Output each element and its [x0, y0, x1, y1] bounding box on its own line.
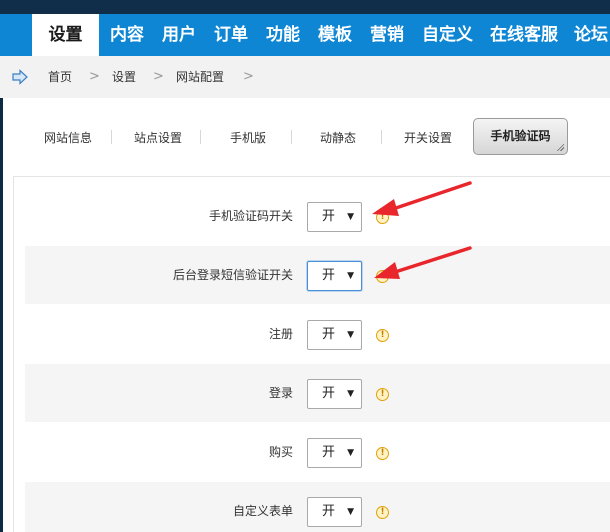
select-value: 开 — [322, 386, 336, 401]
breadcrumb-separator: > — [153, 69, 164, 84]
tab-divider — [111, 130, 112, 144]
resize-grip-icon — [556, 143, 564, 151]
switch-select[interactable]: 开 ▼ — [307, 202, 362, 232]
tab-sms-verification[interactable]: 手机验证码 — [473, 118, 568, 155]
row-label: 手机验证码开关 — [208, 209, 293, 223]
nav-item-content[interactable]: 内容 — [110, 14, 144, 56]
tab-sms-verification-label: 手机验证码 — [490, 129, 551, 143]
nav-item-features[interactable]: 功能 — [266, 14, 300, 56]
info-icon[interactable]: ! — [376, 447, 389, 460]
info-icon[interactable]: ! — [376, 388, 389, 401]
dropdown-arrow-icon: ▼ — [347, 212, 354, 222]
form-row-purchase: 购买 开 ▼ ! — [25, 423, 610, 481]
settings-tabs: 网站信息 站点设置 手机版 动静态 开关设置 手机验证码 — [3, 98, 610, 176]
tab-divider — [381, 130, 382, 144]
dropdown-arrow-icon: ▼ — [347, 271, 354, 281]
switch-select[interactable]: 开 ▼ — [307, 497, 362, 527]
select-value: 开 — [322, 504, 336, 519]
form-row-login: 登录 开 ▼ ! — [25, 364, 610, 422]
nav-item-users[interactable]: 用户 — [162, 14, 196, 56]
tab-divider — [291, 130, 292, 144]
tab-static-dynamic[interactable]: 动静态 — [320, 128, 356, 148]
breadcrumb-settings[interactable]: 设置 — [112, 56, 136, 98]
nav-item-templates[interactable]: 模板 — [318, 14, 352, 56]
select-value: 开 — [322, 268, 336, 283]
switch-select[interactable]: 开 ▼ — [307, 320, 362, 350]
row-label: 登录 — [268, 386, 293, 400]
info-icon[interactable]: ! — [376, 270, 389, 283]
dropdown-arrow-icon: ▼ — [347, 448, 354, 458]
breadcrumb: 首页 > 设置 > 网站配置 > — [0, 56, 610, 98]
info-icon[interactable]: ! — [376, 211, 389, 224]
dropdown-arrow-icon: ▼ — [347, 507, 354, 517]
tab-switch-settings[interactable]: 开关设置 — [404, 128, 452, 148]
row-label: 购买 — [268, 445, 293, 459]
nav-item-online-service[interactable]: 在线客服 — [490, 14, 558, 56]
nav-item-orders[interactable]: 订单 — [214, 14, 248, 56]
nav-item-forum[interactable]: 论坛 — [574, 14, 608, 56]
row-label: 后台登录短信验证开关 — [172, 268, 293, 282]
row-label: 自定义表单 — [232, 504, 293, 518]
select-value: 开 — [322, 445, 336, 460]
tab-site-settings[interactable]: 站点设置 — [134, 128, 182, 148]
switch-select[interactable]: 开 ▼ — [307, 261, 362, 291]
form-row-admin-login-sms: 后台登录短信验证开关 开 ▼ ! — [25, 246, 610, 304]
nav-item-settings[interactable]: 设置 — [32, 14, 99, 56]
select-value: 开 — [322, 209, 336, 224]
tab-site-info[interactable]: 网站信息 — [44, 128, 92, 148]
select-value: 开 — [322, 327, 336, 342]
nav-item-custom[interactable]: 自定义 — [422, 14, 473, 56]
top-navigation: 设置 内容 用户 订单 功能 模板 营销 自定义 在线客服 论坛 — [0, 0, 610, 56]
home-arrow-icon — [12, 69, 28, 85]
info-icon[interactable]: ! — [376, 329, 389, 342]
form-row-sms-code-switch: 手机验证码开关 开 ▼ ! — [25, 187, 610, 245]
settings-form: 手机验证码开关 开 ▼ ! 后台登录短信验证开关 开 ▼ ! 注册 开 ▼ ! … — [13, 176, 610, 532]
dropdown-arrow-icon: ▼ — [347, 389, 354, 399]
nav-item-marketing[interactable]: 营销 — [370, 14, 404, 56]
form-row-register: 注册 开 ▼ ! — [25, 305, 610, 363]
tab-divider — [200, 130, 201, 144]
row-label: 注册 — [268, 327, 293, 341]
breadcrumb-separator: > — [89, 69, 100, 84]
breadcrumb-site-config: 网站配置 — [176, 70, 225, 84]
breadcrumb-home[interactable]: 首页 — [48, 56, 72, 98]
tab-mobile[interactable]: 手机版 — [230, 128, 266, 148]
breadcrumb-separator: > — [243, 69, 254, 84]
form-row-custom-form: 自定义表单 开 ▼ ! — [25, 482, 610, 532]
dropdown-arrow-icon: ▼ — [347, 330, 354, 340]
switch-select[interactable]: 开 ▼ — [307, 379, 362, 409]
info-icon[interactable]: ! — [376, 506, 389, 519]
switch-select[interactable]: 开 ▼ — [307, 438, 362, 468]
